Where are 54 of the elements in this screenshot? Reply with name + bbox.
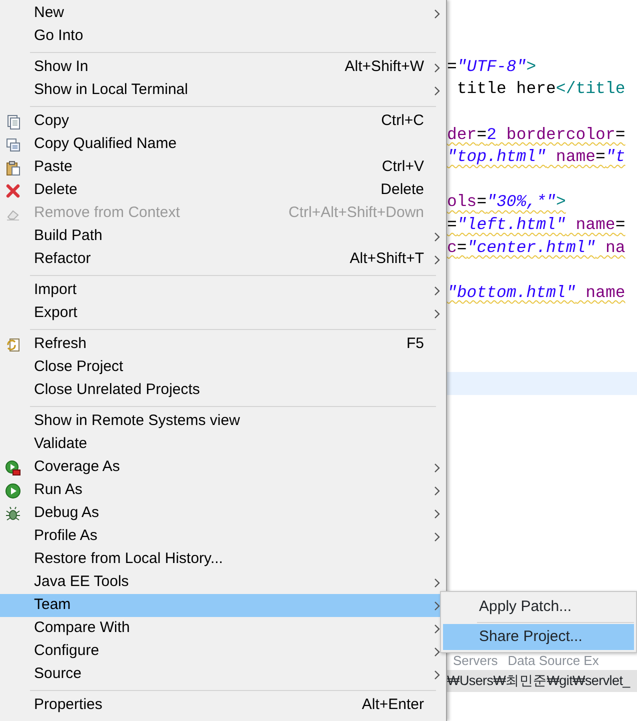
refresh-icon: [5, 336, 21, 352]
menu-item[interactable]: Coverage As: [0, 456, 446, 479]
menu-item[interactable]: Compare With: [0, 617, 446, 640]
copy-icon: [5, 114, 21, 130]
menu-item[interactable]: Refresh F5: [0, 333, 446, 356]
shortcut-label: Ctrl+V: [382, 157, 424, 178]
shortcut-label: Delete: [380, 180, 424, 200]
shortcut-label: Alt+Shift+T: [350, 249, 424, 270]
code-line: "top.html" name="t: [447, 147, 626, 166]
menu-item[interactable]: Close Unrelated Projects: [0, 379, 446, 402]
menu-item[interactable]: Configure: [0, 640, 446, 663]
menu-item[interactable]: Import: [0, 279, 446, 302]
shortcut-label: Ctrl+Alt+Shift+Down: [288, 203, 424, 224]
menu-item[interactable]: Delete Delete: [0, 179, 446, 202]
menu-item[interactable]: Show In Alt+Shift+W: [0, 56, 446, 79]
code-line: ols="30%,*">: [447, 192, 566, 212]
menu-item[interactable]: Share Project...: [443, 624, 634, 650]
shortcut-label: Alt+Enter: [362, 695, 424, 716]
paste-icon: [5, 160, 21, 176]
menu-item[interactable]: Apply Patch...: [443, 594, 634, 620]
coverage-icon: [5, 460, 21, 476]
menu-item[interactable]: Paste Ctrl+V: [0, 156, 446, 179]
menu-item[interactable]: Restore from Local History...: [0, 548, 446, 571]
menu-item[interactable]: Copy Ctrl+C: [0, 110, 446, 133]
code-line: ="left.html" name=: [447, 214, 626, 234]
menu-item[interactable]: Validate: [0, 433, 446, 456]
menu-item[interactable]: Source: [0, 663, 446, 686]
code-line: der=2 bordercolor=: [447, 124, 626, 144]
code-line: ="UTF-8">: [447, 56, 536, 76]
menu-item[interactable]: Go Into: [0, 25, 446, 48]
path-text: ₩Users₩최민준₩git₩servlet_: [447, 672, 630, 690]
delete-icon: [5, 182, 21, 198]
menu-item[interactable]: Export: [0, 302, 446, 325]
copy-icon: [5, 136, 21, 152]
menu-item[interactable]: Show in Remote Systems view: [0, 410, 446, 433]
menu-item[interactable]: Properties Alt+Enter: [0, 694, 446, 717]
menu-item[interactable]: New: [0, 2, 446, 25]
menu-item[interactable]: Close Project: [0, 356, 446, 379]
code-line: "bottom.html" name: [447, 282, 626, 302]
menu-item[interactable]: Run As: [0, 479, 446, 502]
menu-item[interactable]: Debug As: [0, 502, 446, 525]
menu-item[interactable]: Java EE Tools: [0, 571, 446, 594]
shortcut-label: Alt+Shift+W: [344, 57, 424, 78]
run-icon: [5, 482, 21, 498]
menu-item[interactable]: Show in Local Terminal: [0, 79, 446, 102]
shortcut-label: Ctrl+C: [381, 111, 424, 132]
menu-item[interactable]: Profile As: [0, 525, 446, 548]
shortcut-label: F5: [406, 334, 424, 354]
code-line: c="center.html" na: [447, 238, 626, 257]
menu-item[interactable]: Build Path: [0, 225, 446, 248]
menu-item[interactable]: Copy Qualified Name: [0, 133, 446, 156]
menu-item[interactable]: Refactor Alt+Shift+T: [0, 248, 446, 271]
bug-icon: [5, 506, 21, 522]
code-line: title here</title: [456, 79, 626, 98]
